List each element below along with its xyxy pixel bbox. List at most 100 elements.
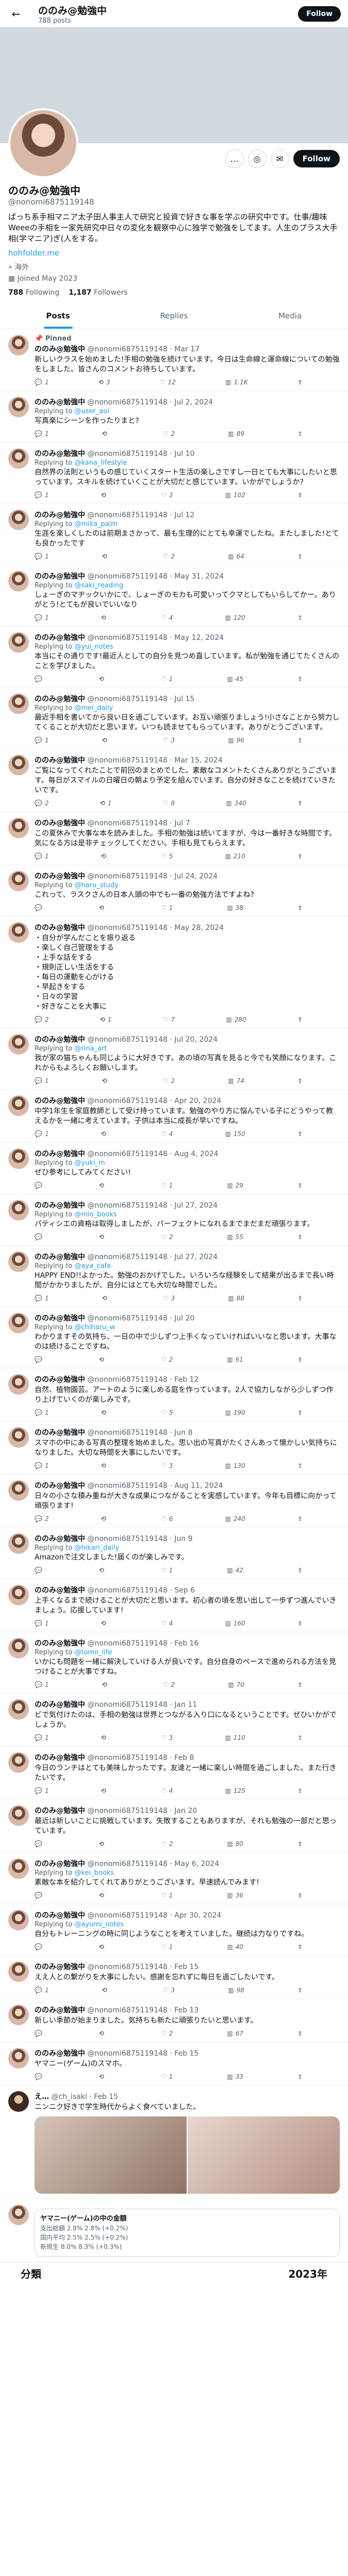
views-button[interactable]: ▥ 96 bbox=[228, 737, 244, 744]
like-button[interactable]: ♡ 7 bbox=[163, 1016, 175, 1023]
repost-button[interactable]: ⟲ bbox=[101, 1734, 109, 1741]
reply-button[interactable]: 💬 1 bbox=[35, 492, 49, 499]
avatar[interactable] bbox=[8, 1752, 29, 1773]
like-button[interactable]: ♡ 8 bbox=[163, 800, 175, 807]
views-button[interactable]: ▥ 55 bbox=[227, 1233, 243, 1241]
reply-button[interactable]: 💬 1 bbox=[35, 614, 49, 621]
share-button[interactable]: ⇪ bbox=[297, 553, 303, 560]
tweet-author[interactable]: ののみ@勉強中 bbox=[35, 2049, 85, 2058]
reply-button[interactable]: 💬 2 bbox=[35, 800, 49, 807]
reply-button[interactable]: 💬 1 bbox=[35, 1077, 49, 1084]
avatar[interactable] bbox=[8, 632, 29, 653]
views-button[interactable]: ▥ 45 bbox=[227, 675, 243, 683]
views-button[interactable]: ▥ 33 bbox=[227, 2073, 243, 2080]
share-button[interactable]: ⇪ bbox=[297, 1016, 303, 1023]
views-button[interactable]: ▥ 98 bbox=[228, 1987, 244, 1994]
share-button[interactable]: ⇪ bbox=[297, 1681, 303, 1688]
share-button[interactable]: ⇪ bbox=[297, 1409, 303, 1416]
reply-button[interactable]: 💬 2 bbox=[35, 1515, 49, 1522]
repost-button[interactable]: ⟲ bbox=[102, 1681, 110, 1688]
tweet-item[interactable]: ののみ@勉強中 @nonomi6875119148 · Jun 8 スマホの中にあ… bbox=[0, 1421, 348, 1475]
avatar[interactable] bbox=[8, 1699, 29, 1720]
like-button[interactable]: ♡ 6 bbox=[161, 1515, 173, 1522]
tweet-author[interactable]: ののみ@勉強中 bbox=[35, 872, 85, 880]
tweet-author[interactable]: ののみ@勉強中 bbox=[35, 1429, 85, 1437]
share-button[interactable]: ⇪ bbox=[297, 1233, 303, 1241]
tweet-item[interactable]: ののみ@勉強中 @nonomi6875119148 · Apr 20, 2024… bbox=[0, 1090, 348, 1143]
tweet-author[interactable]: ののみ@勉強中 bbox=[35, 345, 85, 353]
tweet-author[interactable]: ののみ@勉強中 bbox=[35, 398, 85, 406]
tweet-item[interactable]: ののみ@勉強中 @nonomi6875119148 · May 28, 2024… bbox=[0, 917, 348, 1028]
avatar[interactable] bbox=[8, 335, 29, 355]
tweet-item[interactable]: ののみ@勉強中 @nonomi6875119148 · Jul 2, 2024 R… bbox=[0, 391, 348, 443]
tweet-author[interactable]: え… bbox=[35, 2093, 49, 2101]
tweet-photo[interactable] bbox=[188, 2116, 340, 2194]
share-button[interactable]: ⇪ bbox=[297, 614, 303, 621]
share-button[interactable]: ⇪ bbox=[297, 492, 303, 499]
like-button[interactable]: ♡ 5 bbox=[161, 853, 173, 860]
tweet-item[interactable]: ののみ@勉強中 @nonomi6875119148 · Jul 20, 2024… bbox=[0, 1028, 348, 1090]
tweet-author[interactable]: ののみ@勉強中 bbox=[35, 634, 85, 642]
views-button[interactable]: ▥ 36 bbox=[227, 1892, 243, 1899]
repost-button[interactable]: ⟲ bbox=[99, 1892, 107, 1899]
reply-handle[interactable]: @chiharu_w bbox=[74, 1324, 115, 1331]
views-button[interactable]: ▥ 38 bbox=[227, 904, 243, 911]
reply-handle[interactable]: @yui_notes bbox=[74, 643, 113, 651]
retweet-item[interactable]: え… @ch_isaki · Feb 15 ニンニク好きで学生時代からよく食べて… bbox=[0, 2086, 348, 2199]
tweet-item[interactable]: ののみ@勉強中 @nonomi6875119148 · May 31, 2024… bbox=[0, 565, 348, 626]
tweet-author[interactable]: ののみ@勉強中 bbox=[35, 1535, 85, 1543]
reply-handle[interactable]: @kana_lifestyle bbox=[74, 459, 127, 467]
like-button[interactable]: ♡ 1 bbox=[161, 1182, 173, 1189]
share-button[interactable]: ⇪ bbox=[297, 379, 303, 386]
avatar[interactable] bbox=[8, 1200, 29, 1221]
following-stat[interactable]: 788 Following bbox=[8, 289, 59, 297]
avatar[interactable] bbox=[8, 1034, 29, 1055]
tweet-item[interactable]: ののみ@勉強中 @nonomi6875119148 · Jul 15 Replyi… bbox=[0, 688, 348, 749]
share-button[interactable]: ⇪ bbox=[297, 675, 303, 683]
avatar[interactable] bbox=[8, 1858, 29, 1879]
repost-button[interactable]: ⟲ bbox=[99, 1943, 107, 1951]
tweet-author[interactable]: ののみ@勉強中 bbox=[35, 1639, 85, 1648]
like-button[interactable]: ♡ 4 bbox=[161, 1620, 173, 1627]
follow-button-top[interactable]: Follow bbox=[298, 6, 341, 22]
reply-button[interactable]: 💬 bbox=[35, 1233, 45, 1241]
views-button[interactable]: ▥ 110 bbox=[225, 1734, 245, 1741]
views-button[interactable]: ▥ 240 bbox=[225, 1515, 245, 1522]
views-button[interactable]: ▥ 160 bbox=[225, 1620, 245, 1627]
share-button[interactable]: ⇪ bbox=[297, 1077, 303, 1084]
avatar[interactable] bbox=[8, 1427, 29, 1448]
reply-button[interactable]: 💬 1 bbox=[35, 1734, 49, 1741]
tweet-item[interactable]: ののみ@勉強中 @nonomi6875119148 · Mar 15, 2024… bbox=[0, 749, 348, 812]
tweet-author[interactable]: ののみ@勉強中 bbox=[35, 1754, 85, 1762]
avatar[interactable] bbox=[8, 1638, 29, 1658]
like-button[interactable]: ♡ 2 bbox=[161, 2030, 173, 2037]
like-button[interactable]: ♡ 1 bbox=[161, 1943, 173, 1951]
message-icon[interactable]: ✉ bbox=[270, 149, 289, 168]
like-button[interactable]: ♡ 1 bbox=[161, 2073, 173, 2080]
reply-button[interactable]: 💬 bbox=[35, 1567, 45, 1574]
repost-button[interactable]: ⟲ bbox=[101, 1515, 109, 1522]
reply-handle[interactable]: @saki_reading bbox=[74, 582, 123, 589]
follow-button[interactable]: Follow bbox=[293, 150, 340, 167]
views-button[interactable]: ▥ 88 bbox=[228, 1295, 244, 1302]
reply-handle[interactable]: @mika_palm bbox=[74, 520, 118, 528]
reply-handle[interactable]: @mio_books bbox=[74, 1211, 117, 1218]
followers-stat[interactable]: 1,187 Followers bbox=[69, 289, 127, 297]
like-button[interactable]: ♡ 3 bbox=[161, 1462, 173, 1469]
views-button[interactable]: ▥ 42 bbox=[227, 1567, 243, 1574]
repost-button[interactable]: ⟲ bbox=[99, 1840, 107, 1848]
tweet-item[interactable]: ののみ@勉強中 @nonomi6875119148 · Sep 6 上手くなるまで… bbox=[0, 1579, 348, 1632]
avatar[interactable] bbox=[8, 1961, 29, 1982]
share-button[interactable]: ⇪ bbox=[297, 1130, 303, 1138]
tweet-item[interactable]: ののみ@勉強中 @nonomi6875119148 · May 12, 2024… bbox=[0, 626, 348, 688]
tweet-author[interactable]: ののみ@勉強中 bbox=[35, 756, 85, 765]
views-button[interactable]: ▥ 150 bbox=[225, 1130, 245, 1138]
more-icon[interactable]: … bbox=[225, 149, 244, 168]
repost-button[interactable]: ⟲ bbox=[101, 853, 109, 860]
avatar[interactable] bbox=[8, 1585, 29, 1605]
tweet-photos[interactable] bbox=[35, 2116, 340, 2194]
views-button[interactable]: ▥ 130 bbox=[225, 1462, 245, 1469]
tweet-item[interactable]: ののみ@勉強中 @nonomi6875119148 · Jul 27, 2024… bbox=[0, 1194, 348, 1246]
reply-button[interactable]: 💬 bbox=[35, 1840, 45, 1848]
reply-button[interactable]: 💬 1 bbox=[35, 553, 49, 560]
